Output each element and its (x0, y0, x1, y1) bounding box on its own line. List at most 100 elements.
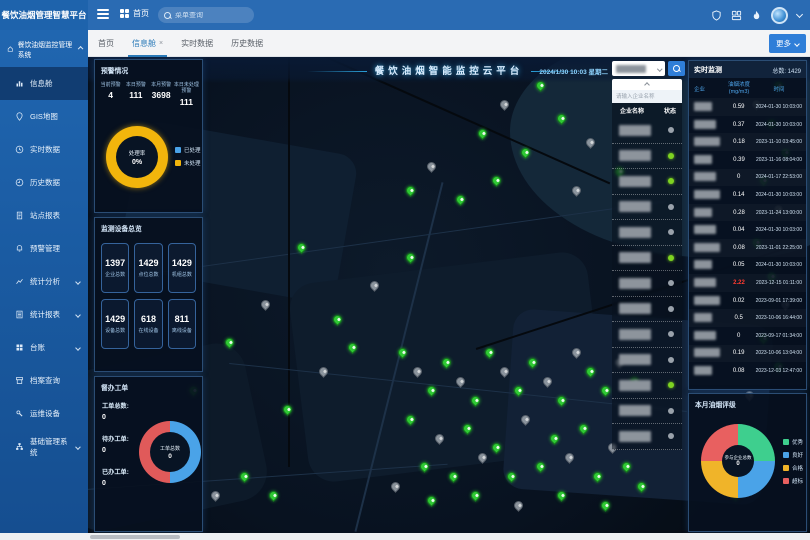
device-card[interactable]: 1429机组总数 (168, 243, 196, 293)
chevron-down-icon (75, 279, 81, 285)
sidebar-item-warning-mgmt[interactable]: 预警管理 (0, 232, 88, 265)
map-pin-online[interactable] (267, 489, 280, 502)
device-card[interactable]: 1397企业总数 (101, 243, 129, 293)
map-pin-online[interactable] (454, 193, 467, 206)
tab-信息舱[interactable]: 信息舱× (132, 30, 163, 57)
device-card[interactable]: 618在线设备 (134, 299, 162, 349)
realtime-row[interactable]: 0.592024-01-30 10:03:00 (689, 98, 806, 116)
company-list-item[interactable] (612, 348, 682, 374)
map-pin-offline[interactable] (498, 98, 511, 111)
map-pin-online[interactable] (404, 251, 417, 264)
company-list-item[interactable] (612, 118, 682, 144)
timestamp: 2023-11-16 08:04:00 (756, 157, 802, 163)
realtime-row[interactable]: 0.192023-10-06 13:04:00 (689, 345, 806, 363)
realtime-row[interactable]: 0.392023-11-16 08:04:00 (689, 151, 806, 169)
sidebar-item-ledger[interactable]: 台账 (0, 331, 88, 364)
device-card[interactable]: 811离线设备 (168, 299, 196, 349)
realtime-row[interactable]: 0.182023-11-10 03:45:00 (689, 133, 806, 151)
sidebar-item-stat-analysis[interactable]: 统计分析 (0, 265, 88, 298)
sidebar-section-label: 餐饮油烟监控管理系统 (18, 39, 75, 59)
realtime-row[interactable]: 0.042024-01-30 10:03:00 (689, 221, 806, 239)
map-pin-offline[interactable] (259, 298, 272, 311)
map-pin-online[interactable] (490, 174, 503, 187)
company-name-input[interactable] (612, 90, 682, 103)
map-pin-online[interactable] (447, 470, 460, 483)
chevron-down-icon[interactable] (796, 10, 803, 17)
device-card[interactable]: 1429设备总数 (101, 299, 129, 349)
sidebar-item-realtime-data[interactable]: 实时数据 (0, 133, 88, 166)
status-dot (668, 127, 674, 133)
company-select[interactable] (612, 61, 665, 76)
menu-search-input[interactable] (175, 12, 245, 19)
concentration-value: 0.59 (722, 104, 756, 110)
company-search-button[interactable] (668, 61, 685, 76)
sidebar-item-archive-query[interactable]: 档案查询 (0, 364, 88, 397)
shield-icon[interactable] (711, 10, 722, 21)
layout-icon[interactable] (731, 10, 742, 21)
company-list-item[interactable] (612, 246, 682, 272)
realtime-row[interactable]: 0.052024-01-30 10:03:00 (689, 257, 806, 275)
map-pin-offline[interactable] (512, 499, 525, 512)
hamburger-icon[interactable] (97, 9, 109, 20)
map-pin-online[interactable] (281, 403, 294, 416)
tab-历史数据[interactable]: 历史数据 (231, 30, 263, 57)
sidebar-item-stat-report[interactable]: 统计报表 (0, 298, 88, 331)
realtime-row[interactable]: 2.222023-12-15 01:11:00 (689, 274, 806, 292)
device-card-value: 618 (141, 314, 156, 324)
realtime-row[interactable]: 02024-01-17 22:53:00 (689, 169, 806, 187)
more-button[interactable]: 更多 (769, 34, 806, 53)
company-list-item[interactable] (612, 373, 682, 399)
workorder-panel-title: 督办工单 (95, 377, 202, 392)
company-list-item[interactable] (612, 424, 682, 450)
map-pin-offline[interactable] (425, 160, 438, 173)
flame-icon[interactable] (751, 10, 762, 21)
realtime-row[interactable]: 0.142024-01-30 10:03:00 (689, 186, 806, 204)
company-list-item[interactable] (612, 322, 682, 348)
status-dot (668, 408, 674, 414)
menu-search[interactable] (158, 7, 254, 23)
realtime-row[interactable]: 0.082023-12-03 12:47:00 (689, 362, 806, 380)
avatar[interactable] (771, 7, 788, 24)
concentration-value: 0.37 (722, 122, 756, 128)
company-list-item[interactable] (612, 271, 682, 297)
realtime-row[interactable]: 02023-09-17 01:34:00 (689, 327, 806, 345)
sidebar-item-info-cabin[interactable]: 信息舱 (0, 67, 88, 100)
status-dot (668, 178, 674, 184)
sidebar-item-label: 预警管理 (30, 243, 60, 254)
map-pin-online[interactable] (425, 494, 438, 507)
realtime-row[interactable]: 0.372024-01-30 10:03:00 (689, 116, 806, 134)
realtime-row[interactable]: 0.282023-11-24 13:00:00 (689, 204, 806, 222)
sidebar-item-history-data[interactable]: 历史数据 (0, 166, 88, 199)
company-name-redacted (694, 256, 722, 274)
realtime-row[interactable]: 0.022023-09-01 17:39:00 (689, 292, 806, 310)
nav-home[interactable]: 首页 (120, 8, 149, 19)
map-pin-offline[interactable] (389, 480, 402, 493)
company-list-item[interactable] (612, 297, 682, 323)
sidebar-item-label: 实时数据 (30, 144, 60, 155)
sidebar-section-header[interactable]: 餐饮油烟监控管理系统 (0, 30, 88, 67)
close-icon[interactable]: × (159, 40, 163, 47)
company-list-item[interactable] (612, 144, 682, 170)
map-pin-online[interactable] (404, 184, 417, 197)
sidebar-item-ops-device[interactable]: 运维设备 (0, 397, 88, 430)
map-pin-online[interactable] (599, 499, 612, 512)
company-name-redacted (619, 278, 651, 289)
scrollbar-thumb[interactable] (90, 535, 180, 539)
collapse-handle[interactable] (612, 79, 682, 90)
tab-首页[interactable]: 首页 (98, 30, 114, 57)
horizontal-scrollbar[interactable] (0, 533, 810, 540)
realtime-row[interactable]: 0.52023-10-06 16:44:00 (689, 309, 806, 327)
sidebar-item-gis-map[interactable]: GIS地图 (0, 100, 88, 133)
company-list-item[interactable] (612, 399, 682, 425)
map-pin-online[interactable] (469, 489, 482, 502)
sidebar-item-base-mgmt[interactable]: 基础管理系统 (0, 430, 88, 463)
device-card[interactable]: 1429点位总数 (134, 243, 162, 293)
realtime-row[interactable]: 0.082023-11-01 22:25:00 (689, 239, 806, 257)
legend-swatch (783, 439, 789, 445)
sidebar-item-site-report[interactable]: 站点报表 (0, 199, 88, 232)
company-list-item[interactable] (612, 195, 682, 221)
company-list-item[interactable] (612, 220, 682, 246)
company-list-item[interactable] (612, 169, 682, 195)
timestamp: 2023-09-17 01:34:00 (756, 333, 802, 339)
tab-实时数据[interactable]: 实时数据 (181, 30, 213, 57)
